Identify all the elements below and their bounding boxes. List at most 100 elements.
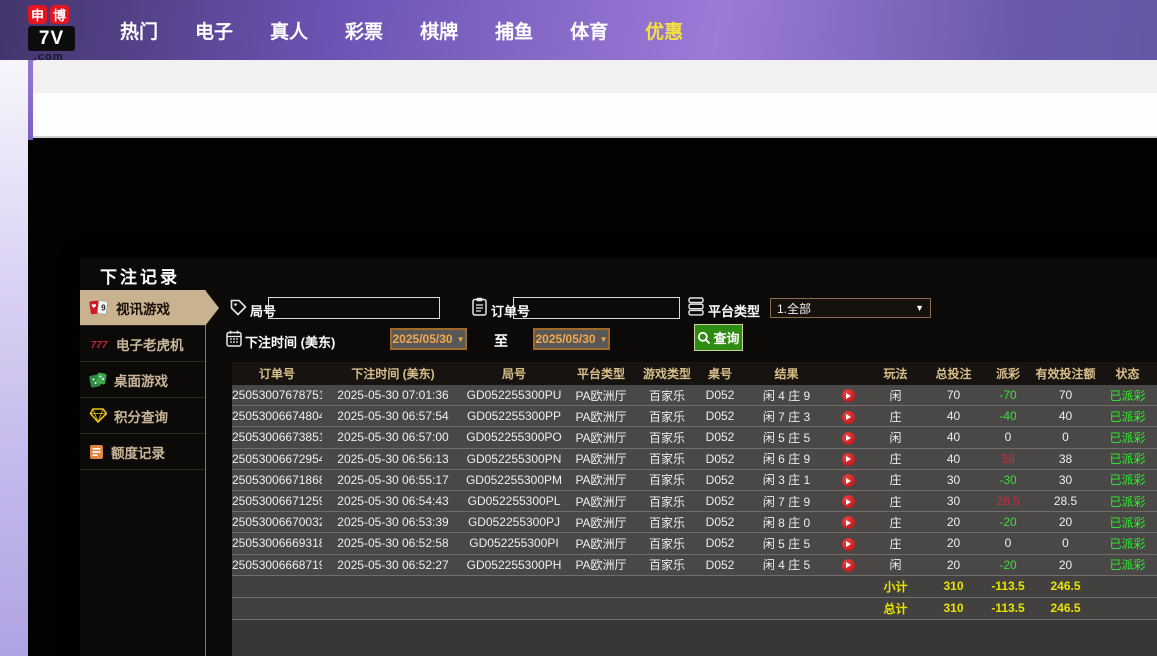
status-badge: 已派彩 [1098,450,1157,467]
table-cell: GD052255300PU [464,388,564,402]
column-header: 派彩 [983,365,1033,382]
grand-total-row: 总计310-113.5246.5 [232,598,1157,620]
table-cell: 20 [1033,558,1098,572]
table-cell: 2025-05-30 06:57:54 [322,409,464,423]
status-badge: 已派彩 [1098,514,1157,531]
tab-slot-machines[interactable]: 777 电子老虎机 [80,326,205,362]
table-cell: 闲 [867,429,924,446]
replay-play-button[interactable] [842,389,855,402]
column-header: 局号 [464,365,564,382]
table-row: 2505300667003272025-05-30 06:53:39GD0522… [232,512,1157,533]
replay-play-button[interactable] [842,516,855,529]
replay-play-button[interactable] [842,474,855,487]
table-cell: D052 [696,452,744,466]
table-cell: 250530066693181 [232,536,322,550]
table-cell: 40 [924,452,983,466]
table-cell: GD052255300PM [464,473,564,487]
table-cell: PA欧洲厅 [564,429,638,446]
table-cell: GD052255300PH [464,558,564,572]
table-cell: 250530066700327 [232,515,322,529]
replay-play-button[interactable] [842,538,855,551]
replay-play-button[interactable] [842,432,855,445]
svg-text:777: 777 [91,340,108,350]
address-bar [28,93,1157,138]
menu-item-slots[interactable]: 电子 [195,17,233,44]
subtotal-row: 小计310-113.5246.5 [232,576,1157,598]
table-cell: 闲 5 庄 5 [744,535,829,552]
table-cell: 百家乐 [638,387,696,404]
status-badge: 已派彩 [1098,408,1157,425]
document-icon [89,444,104,460]
menu-item-hot[interactable]: 热门 [120,17,158,44]
table-cell: 20 [924,558,983,572]
column-header: 游戏类型 [638,365,696,382]
table-cell: -70 [983,388,1033,402]
table-cell: 闲 6 庄 9 [744,450,829,467]
table-cell: D052 [696,388,744,402]
table-cell: GD052255300PI [464,536,564,550]
platform-type-select[interactable]: 1.全部 ▼ [770,298,931,318]
menu-item-chess[interactable]: 棋牌 [420,17,458,44]
table-cell: PA欧洲厅 [564,450,638,467]
date-from-picker[interactable]: 2025/05/30▼ [390,328,467,350]
bet-table-header: 订单号下注时间 (美东)局号平台类型游戏类型桌号结果玩法总投注派彩有效投注额状态 [232,362,1157,385]
platform-stack-icon [688,297,704,316]
tab-label: 电子老虎机 [116,334,184,354]
tab-credit-records[interactable]: 额度记录 [80,434,205,470]
tab-video-games[interactable]: 9 视讯游戏 [80,290,205,326]
replay-play-button[interactable] [842,495,855,508]
clipboard-icon [472,297,487,316]
table-cell: 2025-05-30 07:01:36 [322,388,464,402]
table-cell: 闲 4 庄 9 [744,387,829,404]
column-header: 总投注 [924,365,983,382]
order-number-input[interactable] [513,297,680,319]
round-number-input[interactable] [268,297,440,319]
table-cell: 闲 7 庄 9 [744,493,829,510]
table-cell: 百家乐 [638,408,696,425]
bet-table-body: 2505300767875152025-05-30 07:01:36GD0522… [232,385,1157,620]
menu-item-promos[interactable]: 优惠 [645,17,683,44]
screen: 申 博 7V .com 热门 电子 真人 彩票 棋牌 捕鱼 体育 优惠 AG P… [0,0,1157,656]
search-button[interactable]: 查询 [694,324,743,351]
table-cell: 38 [983,452,1033,466]
site-logo[interactable]: 申 博 7V .com [28,5,112,60]
table-cell: 百家乐 [638,471,696,488]
table-cell: 20 [924,536,983,550]
logo-badge-left: 申 [28,5,47,24]
menu-item-lottery[interactable]: 彩票 [345,17,383,44]
menu-item-sports[interactable]: 体育 [570,17,608,44]
table-cell: 百家乐 [638,493,696,510]
table-cell: PA欧洲厅 [564,556,638,573]
table-cell: 30 [1033,473,1098,487]
replay-play-button[interactable] [842,411,855,424]
status-badge: 已派彩 [1098,556,1157,573]
calendar-icon [226,330,242,347]
replay-play-button[interactable] [842,453,855,466]
menu-item-live[interactable]: 真人 [270,17,308,44]
table-cell: 70 [1033,388,1098,402]
table-cell: 闲 8 庄 0 [744,514,829,531]
main-menu: 热门 电子 真人 彩票 棋牌 捕鱼 体育 优惠 [112,0,683,60]
chevron-down-icon: ▼ [457,335,465,344]
table-cell: -113.5 [983,601,1033,615]
bet-records-modal: 下注记录 9 视讯游戏 777 电子老虎机 桌面游戏 积分查询 额度记录 [80,258,1157,656]
date-to-picker[interactable]: 2025/05/30▼ [533,328,610,350]
table-cell: 闲 5 庄 5 [744,429,829,446]
platform-type-value: 1.全部 [777,300,811,317]
table-cell: GD052255300PL [464,494,564,508]
desktop-side-strip [0,60,28,656]
slots-777-icon: 777 [89,338,109,350]
table-cell: 庄 [867,471,924,488]
top-nav-bar: 申 博 7V .com 热门 电子 真人 彩票 棋牌 捕鱼 体育 优惠 [0,0,1157,60]
table-cell: 250530066729548 [232,452,322,466]
browser-title-bar [28,60,1157,93]
tab-points-inquiry[interactable]: 积分查询 [80,398,205,434]
column-header: 平台类型 [564,365,638,382]
replay-play-button[interactable] [842,559,855,572]
tab-label: 额度记录 [111,442,165,462]
tab-table-games[interactable]: 桌面游戏 [80,362,205,398]
magnifier-icon [697,331,711,345]
table-cell: D052 [696,473,744,487]
table-cell: -40 [983,409,1033,423]
menu-item-fishing[interactable]: 捕鱼 [495,17,533,44]
